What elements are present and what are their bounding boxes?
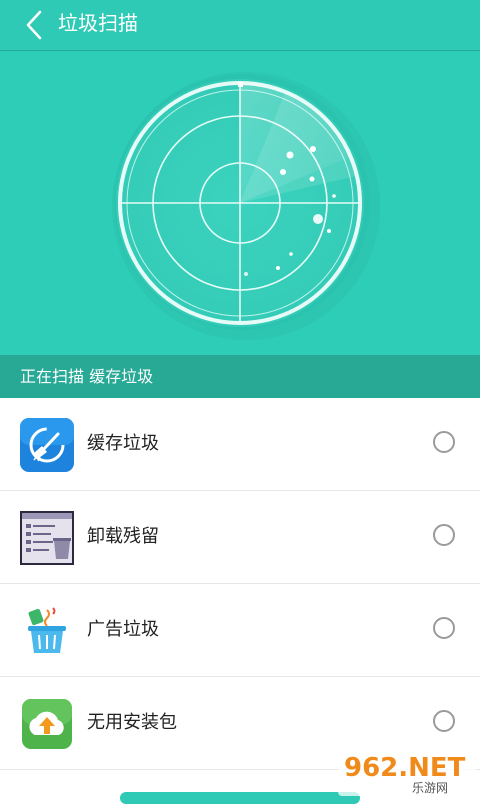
page-title: 垃圾扫描 bbox=[58, 11, 138, 35]
select-radio[interactable] bbox=[433, 710, 455, 732]
radar-panel bbox=[0, 51, 480, 355]
select-radio[interactable] bbox=[433, 524, 455, 546]
select-radio[interactable] bbox=[433, 617, 455, 639]
scan-status-text: 正在扫描 缓存垃圾 bbox=[20, 367, 154, 386]
back-arrow-icon[interactable] bbox=[18, 7, 54, 43]
select-radio[interactable] bbox=[433, 431, 455, 453]
app-header: 垃圾扫描 bbox=[0, 0, 480, 51]
action-button[interactable] bbox=[120, 792, 360, 804]
list-item-label: 缓存垃圾 bbox=[87, 433, 159, 454]
radar-scanner-icon bbox=[112, 72, 380, 340]
list-item-label: 卸载残留 bbox=[87, 526, 159, 547]
cloud-upload-package-icon bbox=[22, 699, 72, 749]
watermark-sub: 乐游网 bbox=[412, 781, 448, 795]
list-item-label: 广告垃圾 bbox=[87, 619, 159, 640]
list-item-label: 无用安装包 bbox=[87, 712, 177, 733]
list-item-ad-junk[interactable]: 广告垃圾 bbox=[0, 584, 480, 677]
broom-clean-icon bbox=[20, 418, 74, 472]
list-item-cache-junk[interactable]: 缓存垃圾 bbox=[0, 398, 480, 491]
site-watermark-logo: 962.NET 乐游网 bbox=[338, 748, 476, 796]
list-item-uninstall-residue[interactable]: 卸载残留 bbox=[0, 491, 480, 584]
ad-trash-bin-icon bbox=[28, 607, 66, 653]
junk-category-list: 缓存垃圾 卸载残留 广告垃圾 无用安装包 bbox=[0, 398, 480, 770]
uninstall-residue-icon bbox=[20, 511, 74, 565]
watermark-brand: 962.NET bbox=[344, 753, 466, 783]
scan-status-bar: 正在扫描 缓存垃圾 bbox=[0, 355, 480, 398]
